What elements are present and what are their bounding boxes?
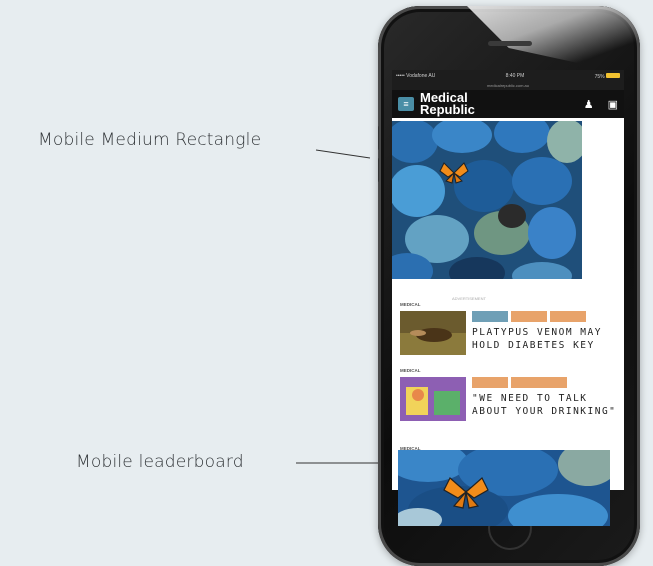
medium-rectangle-ad[interactable] xyxy=(392,121,582,279)
app-header: ≡ Medical Republic ♟ ▣ xyxy=(392,90,624,118)
chat-icon[interactable]: ▣ xyxy=(608,98,618,111)
url-bar[interactable]: medicalrepublic.com.au xyxy=(392,82,624,90)
battery-text: 75% xyxy=(594,73,605,80)
story-row: Platypus venom may hold diabetes key xyxy=(400,311,622,355)
leaderboard-image xyxy=(398,450,610,526)
category-tag[interactable] xyxy=(511,311,547,322)
logo-line-2: Republic xyxy=(420,102,475,117)
article-card[interactable]: MEDICAL Platypus venom may hold diabetes… xyxy=(400,302,622,355)
user-icon[interactable]: ♟ xyxy=(584,98,594,111)
category-tag[interactable] xyxy=(472,377,508,388)
category-tag[interactable] xyxy=(550,311,586,322)
callout-line-rectangle xyxy=(315,149,371,159)
header-icons: ♟ ▣ xyxy=(584,98,618,111)
callout-medium-rectangle-label: Mobile Medium Rectangle xyxy=(38,130,262,150)
cartoon-thumbnail[interactable] xyxy=(400,377,466,421)
category-tag[interactable] xyxy=(511,377,567,388)
earpiece-speaker xyxy=(488,41,532,46)
section-label: MEDICAL xyxy=(400,302,421,307)
volume-down-button xyxy=(378,158,379,182)
phone-screen: ••••• Vodafone AU 8:40 PM 75% medicalrep… xyxy=(392,70,624,490)
callout-leaderboard-label: Mobile leaderboard xyxy=(76,452,244,472)
status-time: 8:40 PM xyxy=(505,73,525,79)
ad-caption: ADVERTISEMENT xyxy=(452,296,486,301)
screen-glare xyxy=(467,6,638,76)
battery-group: 75% xyxy=(594,72,620,80)
story-row: "We need to talk about your drinking" xyxy=(400,377,622,421)
site-logo[interactable]: Medical Republic xyxy=(420,91,475,117)
carrier-text: ••••• Vodafone AU xyxy=(396,73,436,79)
leaderboard-ad[interactable] xyxy=(398,450,610,526)
status-bar: ••••• Vodafone AU 8:40 PM 75% xyxy=(392,70,624,82)
tag-list xyxy=(472,377,622,388)
platypus-thumbnail[interactable] xyxy=(400,311,466,355)
volume-up-button xyxy=(378,126,379,150)
article-card[interactable]: MEDICAL "We need to talk about your drin… xyxy=(400,368,622,421)
story-body: "We need to talk about your drinking" xyxy=(472,377,622,421)
pebbles-butterfly-image xyxy=(392,121,582,279)
tag-list xyxy=(472,311,622,322)
section-label: MEDICAL xyxy=(400,368,421,373)
article-title[interactable]: Platypus venom may hold diabetes key xyxy=(472,326,622,352)
hamburger-menu-icon[interactable]: ≡ xyxy=(398,97,414,111)
category-tag[interactable] xyxy=(472,311,508,322)
story-body: Platypus venom may hold diabetes key xyxy=(472,311,622,355)
battery-icon xyxy=(606,72,620,78)
article-title[interactable]: "We need to talk about your drinking" xyxy=(472,392,622,418)
